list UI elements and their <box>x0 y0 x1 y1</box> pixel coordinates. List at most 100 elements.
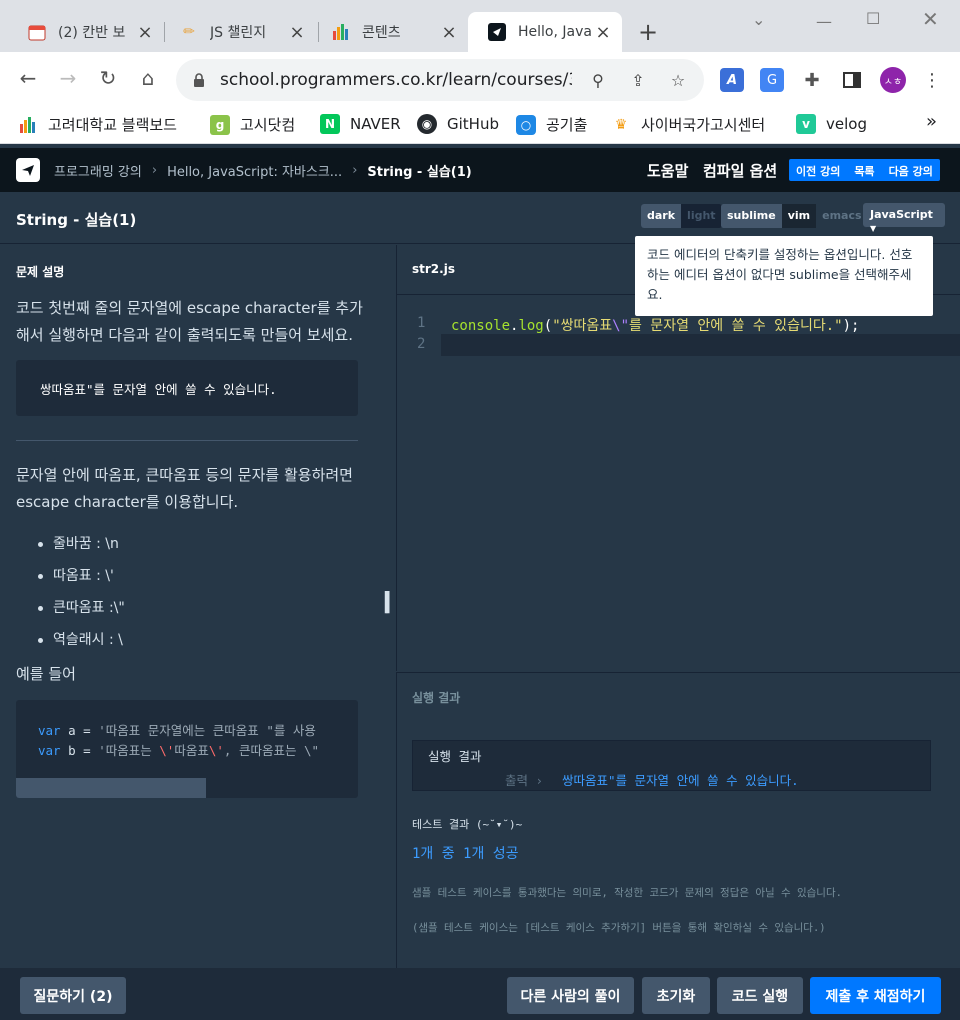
browser-tab-kanban[interactable]: (2) 칸반 보 × <box>8 12 164 52</box>
new-tab-icon[interactable]: + <box>638 18 658 46</box>
breadcrumb-current: String - 실습(1) <box>367 164 472 180</box>
file-name: str2.js <box>412 262 455 276</box>
breadcrumb-item[interactable]: 프로그래밍 강의 <box>54 161 142 180</box>
bar-chart-icon <box>18 115 38 135</box>
output-label: 출력 › <box>505 773 544 788</box>
result-panel: 실행 결과 실행 결과 출력 › 쌍따옴표"를 문자열 안에 쓸 수 있습니다.… <box>396 672 960 968</box>
run-code-button[interactable]: 코드 실행 <box>717 977 803 1014</box>
profile-avatar[interactable]: ㅅㅎ <box>880 67 906 93</box>
submit-button[interactable]: 제출 후 채점하기 <box>810 977 941 1014</box>
browser-tab-contents[interactable]: 콘텐츠 × <box>312 12 468 52</box>
list-item: 따옴표 : \' <box>38 562 125 594</box>
keymap-emacs-option[interactable]: emacs <box>816 204 868 228</box>
prev-lecture-button[interactable]: 이전 강의 <box>789 159 847 181</box>
star-icon[interactable]: ☆ <box>664 71 692 90</box>
ask-question-button[interactable]: 질문하기 (2) <box>20 977 126 1014</box>
footer-toolbar: 질문하기 (2) 다른 사람의 풀이 초기화 코드 실행 제출 후 채점하기 <box>0 968 960 1020</box>
keymap-sublime-option[interactable]: sublime <box>721 204 782 228</box>
test-note: 샘플 테스트 케이스를 통과했다는 의미로, 작성한 코드가 문제의 정답은 아… <box>412 887 842 899</box>
back-arrow-icon[interactable]: ← <box>14 66 42 90</box>
test-summary: 1개 중 1개 성공 <box>412 846 519 862</box>
console-title: 실행 결과 <box>428 749 482 764</box>
result-heading: 실행 결과 <box>412 691 461 705</box>
chevron-right-icon: › <box>535 773 544 788</box>
forward-arrow-icon[interactable]: → <box>54 66 82 90</box>
bookmark-gonggichul[interactable]: ○ 공기출 <box>516 114 587 135</box>
keymap-toggle: sublime vim emacs <box>721 204 868 228</box>
text-extension-icon[interactable]: A <box>720 68 744 92</box>
programmers-logo-icon[interactable] <box>16 158 40 182</box>
reset-button[interactable]: 초기화 <box>642 977 710 1014</box>
programmers-icon <box>488 23 506 41</box>
home-icon[interactable]: ⌂ <box>134 66 162 90</box>
browser-tab-js-challenge[interactable]: ✏ JS 챌린지 × <box>160 12 316 52</box>
compile-options-link[interactable]: 컴파일 옵션 <box>703 160 777 181</box>
velog-icon: v <box>796 114 816 134</box>
caret-down-icon: ▼ <box>870 224 877 233</box>
test-note-hint: (샘플 테스트 케이스는 [테스트 케이스 추가하기] 버튼을 통해 확인하실 … <box>412 922 826 934</box>
bookmark-velog[interactable]: v velog <box>796 114 867 134</box>
browser-tab-hello-javascript[interactable]: Hello, Java × <box>468 12 622 52</box>
list-item: 줄바꿈 : \n <box>38 530 125 562</box>
maximize-icon[interactable]: ☐ <box>866 9 880 28</box>
theme-light-option[interactable]: light <box>681 204 722 228</box>
page-title: String - 실습(1) <box>16 211 137 229</box>
code-line: var b = '따옴표는 \'따옴표\', 큰따옴표는 \" <box>38 743 320 758</box>
theme-dark-option[interactable]: dark <box>641 204 682 228</box>
close-icon[interactable]: × <box>594 22 612 43</box>
close-icon[interactable]: × <box>440 22 458 43</box>
horizontal-scrollbar[interactable] <box>16 778 206 798</box>
bookmark-github[interactable]: ◉ GitHub <box>417 114 499 134</box>
keymap-vim-option[interactable]: vim <box>781 204 817 228</box>
url-text: school.programmers.co.kr/learn/courses/3… <box>220 70 572 90</box>
chevron-right-icon: › <box>352 162 358 178</box>
code-text[interactable]: console.log("쌍따옴표\"를 문자열 안에 쓸 수 있습니다."); <box>451 315 859 335</box>
breadcrumb-item[interactable]: Hello, JavaScript: 자바스크... <box>167 161 342 180</box>
line-number: 2 <box>417 336 426 352</box>
output-value: 쌍따옴표"를 문자열 안에 쓸 수 있습니다. <box>562 773 799 788</box>
list-item: 큰따옴표 :\" <box>38 594 125 626</box>
puzzle-extensions-icon[interactable]: ✚ <box>800 68 824 92</box>
crown-icon: ♛ <box>614 116 628 133</box>
console-output-box: 실행 결과 출력 › 쌍따옴표"를 문자열 안에 쓸 수 있습니다. <box>412 740 931 791</box>
language-select[interactable]: JavaScript ▼ <box>863 203 945 233</box>
side-panel-icon[interactable] <box>840 68 864 92</box>
bookmarks-bar: 고려대학교 블랙보드 g 고시닷컴 N NAVER ◉ GitHub ○ 공기출 ♛ 사이… <box>0 108 960 144</box>
bookmarks-overflow-button[interactable]: » <box>926 111 937 132</box>
lecture-list-button[interactable]: 목록 <box>847 159 881 181</box>
bookmark-blackboard[interactable]: 고려대학교 블랙보드 <box>18 114 177 135</box>
others-solutions-button[interactable]: 다른 사람의 풀이 <box>507 977 634 1014</box>
pencil-icon: ✏ <box>183 24 195 40</box>
bookmark-cyber-gosi[interactable]: ♛ 사이버국가고시센터 <box>611 114 765 135</box>
lock-icon <box>192 73 206 87</box>
calendar-icon <box>28 23 46 41</box>
gosi-icon: g <box>210 114 230 135</box>
vertical-resize-handle[interactable]: ||| <box>382 589 392 625</box>
bar-chart-icon <box>332 23 350 41</box>
close-icon[interactable]: × <box>136 22 154 43</box>
kebab-menu-icon[interactable]: ⋮ <box>920 68 944 92</box>
bookmark-naver[interactable]: N NAVER <box>320 114 401 134</box>
zoom-icon[interactable]: ⚲ <box>584 71 612 90</box>
reload-icon[interactable]: ↻ <box>94 66 122 90</box>
keymap-tooltip: 코드 에디터의 단축키를 설정하는 옵션입니다. 선호하는 에디터 옵션이 없다… <box>635 236 933 316</box>
theme-toggle: dark light <box>641 204 722 228</box>
escape-list: 줄바꿈 : \n 따옴표 : \' 큰따옴표 :\" 역슬래시 : \ <box>38 530 125 658</box>
list-item: 역슬래시 : \ <box>38 626 125 658</box>
example-code-block: var a = '따옴표 문자열에는 큰따옴표 "를 사용 var b = '따… <box>16 700 358 798</box>
circle-logo-icon: ○ <box>516 114 536 135</box>
github-icon: ◉ <box>417 114 437 134</box>
share-icon[interactable]: ⇪ <box>624 71 652 90</box>
browser-tab-bar: (2) 칸반 보 × ✏ JS 챌린지 × 콘텐츠 × Hello, Java … <box>0 0 960 52</box>
bookmark-gosidotcom[interactable]: g 고시닷컴 <box>210 114 295 135</box>
window-close-icon[interactable]: ✕ <box>922 7 939 31</box>
minimize-icon[interactable]: — <box>816 12 832 31</box>
next-lecture-button[interactable]: 다음 강의 <box>882 159 940 181</box>
close-icon[interactable]: × <box>288 22 306 43</box>
chevron-down-icon[interactable]: ⌄ <box>752 10 765 29</box>
translate-icon[interactable]: G <box>760 68 784 92</box>
url-omnibox[interactable]: school.programmers.co.kr/learn/courses/3… <box>176 59 704 101</box>
naver-icon: N <box>320 114 340 134</box>
help-link[interactable]: 도움말 <box>647 160 688 181</box>
code-line: var a = '따옴표 문자열에는 큰따옴표 "를 사용 <box>38 723 316 738</box>
